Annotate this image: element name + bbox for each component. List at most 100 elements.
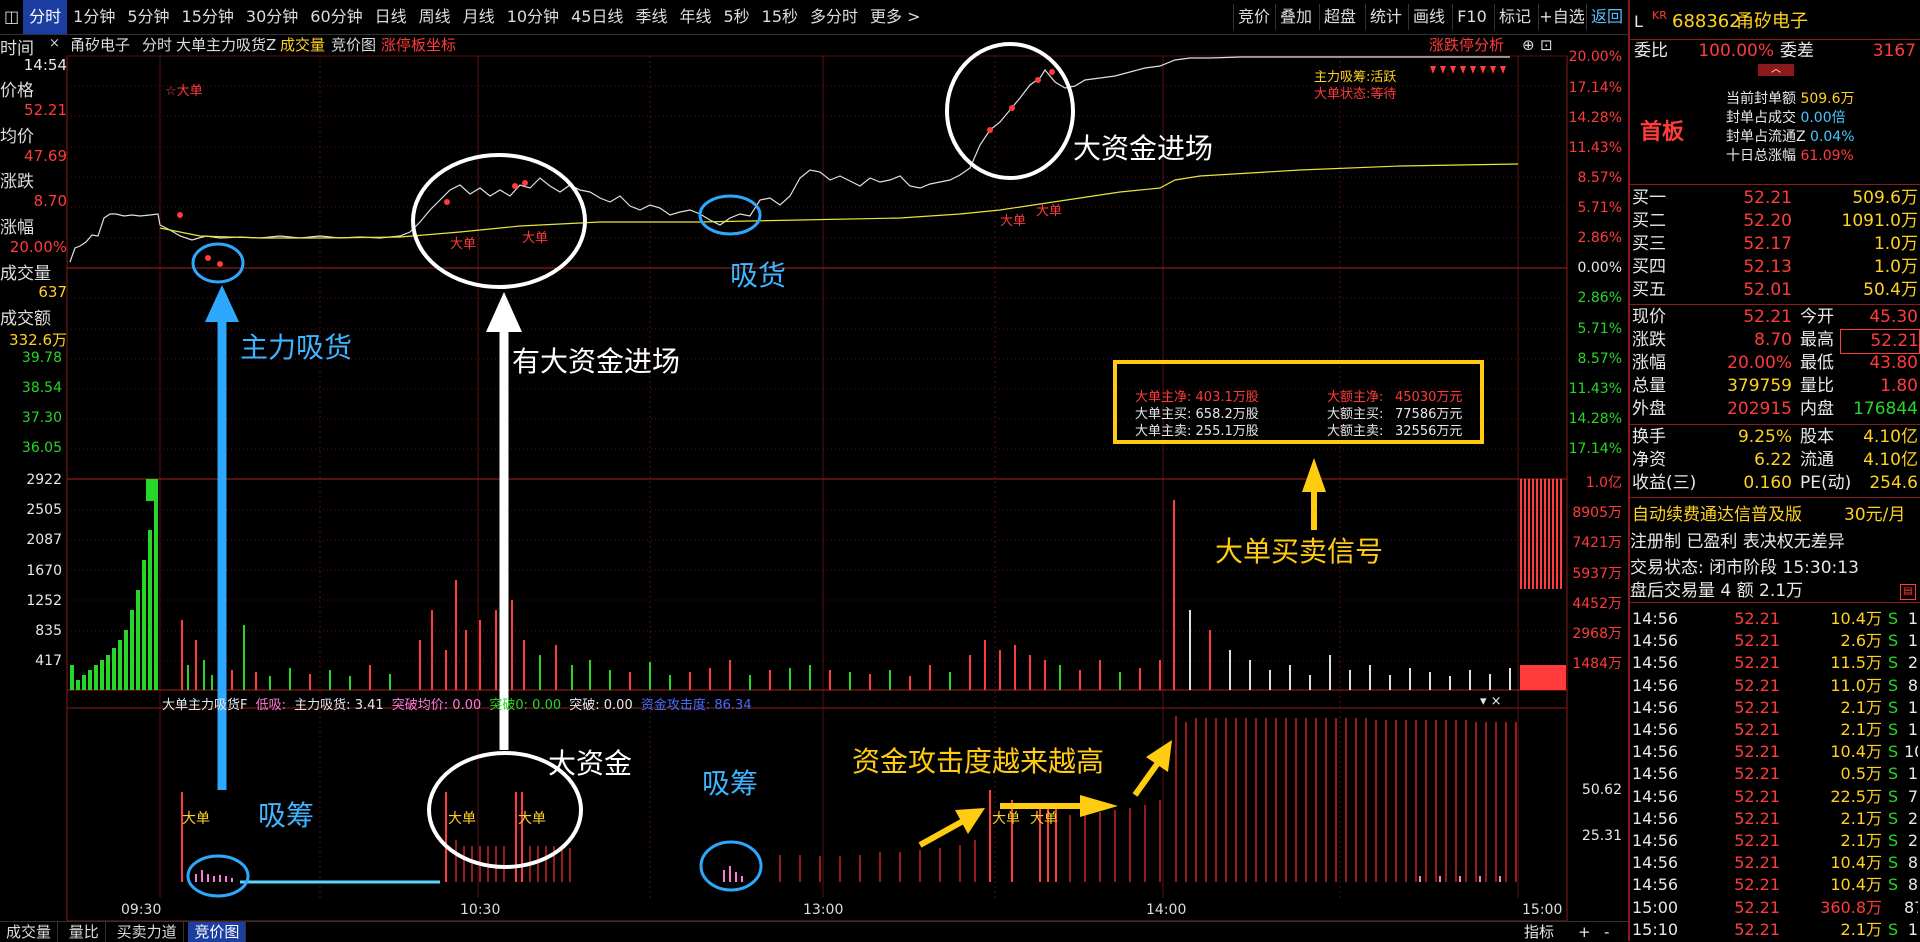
ind-name[interactable]: 大单主力吸货F [162, 698, 247, 713]
tick-side: S [1888, 675, 1899, 695]
tick-time: 14:56 [1632, 875, 1679, 895]
sell-value: 255.1万股 [1195, 424, 1259, 439]
stock-code: 688362 [1672, 11, 1741, 32]
ind-low: 低吸: [255, 698, 287, 713]
bid-label: 买一 [1632, 188, 1666, 208]
tick-row: 15:10 52.21 2.1万 S 1 [1628, 919, 1920, 941]
tick-price: 52.21 [1734, 697, 1780, 717]
pct-axis-10: 8.57% [1577, 351, 1622, 367]
bid-row-5[interactable]: 买五 52.01 50.4万 [1630, 279, 1920, 302]
zoom-in-button[interactable]: + [1578, 922, 1591, 942]
stat-value: 6.22 [1754, 450, 1792, 470]
tick-count: 1 [1907, 609, 1918, 628]
vol-axis-left-6: 417 [35, 653, 62, 669]
tick-side: S [1888, 697, 1899, 717]
annotation-chips-2: 吸筹 [702, 767, 759, 800]
indicator-header: 大单主力吸货F 低吸: 主力吸货: 3.41 突破均价: 0.00 突破0: 0… [162, 694, 752, 713]
quote-label: 内盘 [1800, 399, 1834, 419]
vol-axis-left-4: 1252 [26, 593, 62, 609]
tick-price: 52.21 [1734, 786, 1780, 806]
vol-axis-right-6: 1484万 [1572, 656, 1622, 672]
tick-price: 52.21 [1734, 631, 1780, 651]
quote-value: 52.21 [1743, 307, 1792, 327]
ind-attack: 资金攻击度: 86.34 [640, 698, 752, 713]
vol-axis-right-2: 7421万 [1572, 535, 1622, 551]
bottom-tabs: 成交量 量比 买卖力道 竞价图 指标 + - [0, 921, 1628, 942]
tick-row: 14:56 52.21 2.1万 S 1 [1628, 719, 1920, 741]
tick-time: 14:56 [1632, 675, 1679, 695]
tick-time: 14:56 [1632, 631, 1679, 651]
vol-axis-right-0: 1.0亿 [1585, 475, 1622, 491]
bid-volume: 50.4万 [1863, 280, 1918, 300]
seal-float-label: 封单占流通Z [1726, 129, 1806, 145]
quote-row-4: 总量 379759 量比 1.80 [1630, 375, 1920, 398]
stat-value: 254.6 [1869, 473, 1918, 493]
annotation-chips-1: 吸筹 [258, 799, 315, 832]
tab-volume-ratio[interactable]: 量比 [63, 922, 106, 942]
after-hours-detail-icon[interactable]: ▤ [1900, 584, 1916, 600]
stat-value: 0.160 [1743, 473, 1792, 493]
tick-price: 52.21 [1734, 875, 1780, 895]
promo-text[interactable]: 自动续费通达信普及版 [1632, 504, 1802, 527]
price-axis-left-3: 36.05 [21, 440, 62, 456]
collapse-icon[interactable]: ︿ [1758, 64, 1794, 76]
promo-row[interactable]: 自动续费通达信普及版 30元/月 [1630, 504, 1920, 527]
quote-label: 最高 [1800, 330, 1834, 350]
board-label: 首板 [1640, 120, 1685, 145]
tick-volume: 2.1万 [1840, 831, 1882, 850]
tick-row: 14:56 52.21 2.1万 S 1 [1628, 697, 1920, 719]
ind-big-1: 大单 [182, 811, 210, 827]
pct-axis-13: 17.14% [1568, 441, 1622, 457]
tab-volume[interactable]: 成交量 [0, 922, 59, 942]
weicha-label: 委差 [1780, 41, 1814, 61]
time-tick-2: 13:00 [803, 902, 844, 918]
vol-axis-right-4: 4452万 [1572, 596, 1622, 612]
bid-price: 52.21 [1743, 188, 1792, 208]
tick-price: 52.21 [1734, 742, 1780, 762]
price-axis-left-1: 38.54 [21, 380, 62, 396]
stock-name-right[interactable]: 甬矽电子 [1736, 8, 1808, 36]
btn-return[interactable]: 返回 [1586, 4, 1627, 30]
stat-label: 净资 [1632, 450, 1666, 470]
tick-count: 1 [1907, 697, 1918, 717]
quote-label: 现价 [1632, 307, 1666, 327]
tick-volume: 10.4万 [1830, 853, 1882, 873]
price-axis-left-0: 39.78 [21, 350, 62, 366]
trade-status: 交易状态: 闭市阶段 15:30:13 [1630, 558, 1859, 578]
zoom-out-button[interactable]: - [1604, 922, 1609, 942]
tick-row: 14:56 52.21 2.1万 S 2 [1628, 808, 1920, 830]
tick-side: S [1888, 609, 1899, 628]
bid-row-1[interactable]: 买一 52.21 509.6万 [1630, 187, 1920, 210]
ind-break-avg: 突破均价: 0.00 [391, 698, 482, 713]
promo-price[interactable]: 30元/月 [1844, 504, 1905, 527]
pct-axis-6: 2.86% [1577, 230, 1622, 246]
ind-main-val: 3.41 [354, 698, 384, 713]
big-order-star-label: ☆大单 [165, 84, 203, 99]
ten-day-label: 十日总涨幅 [1726, 148, 1796, 164]
weibi-value: 100.00% [1698, 41, 1774, 61]
bid-row-4[interactable]: 买四 52.13 1.0万 [1630, 256, 1920, 279]
tick-price: 52.21 [1734, 853, 1780, 873]
amt-sell-value: 32556万元 [1395, 424, 1463, 439]
quote-value: 43.80 [1869, 353, 1918, 373]
tick-row: 14:56 52.21 22.5万 S 7 [1628, 786, 1920, 808]
tick-row: 14:56 52.21 10.4万 S 1 [1628, 608, 1920, 630]
pct-axis-11: 11.43% [1568, 381, 1622, 397]
tab-auction-chart[interactable]: 竞价图 [188, 922, 247, 942]
bid-volume: 1.0万 [1873, 257, 1918, 277]
pct-axis-8: 2.86% [1577, 290, 1622, 306]
ind-big-4: 大单 [992, 811, 1020, 827]
big-order-label-3: 大单 [1000, 214, 1027, 229]
stat-label: 收益(三) [1632, 473, 1697, 493]
vol-axis-left-3: 1670 [26, 563, 62, 579]
indicator-menu-icon[interactable]: ▾ × [1480, 694, 1502, 709]
bid-row-3[interactable]: 买三 52.17 1.0万 [1630, 233, 1920, 256]
price-axis-left-2: 37.30 [21, 410, 62, 426]
bid-row-2[interactable]: 买二 52.20 1091.0万 [1630, 210, 1920, 233]
stat-value: 4.10亿 [1863, 427, 1918, 447]
vol-axis-left-0: 2922 [26, 472, 62, 488]
tab-buy-sell-force[interactable]: 买卖力道 [111, 922, 184, 942]
pct-axis-9: 5.71% [1577, 321, 1622, 337]
main-status-2: 大单状态:等待 [1314, 87, 1397, 102]
indicator-button[interactable]: 指标 [1524, 922, 1554, 942]
